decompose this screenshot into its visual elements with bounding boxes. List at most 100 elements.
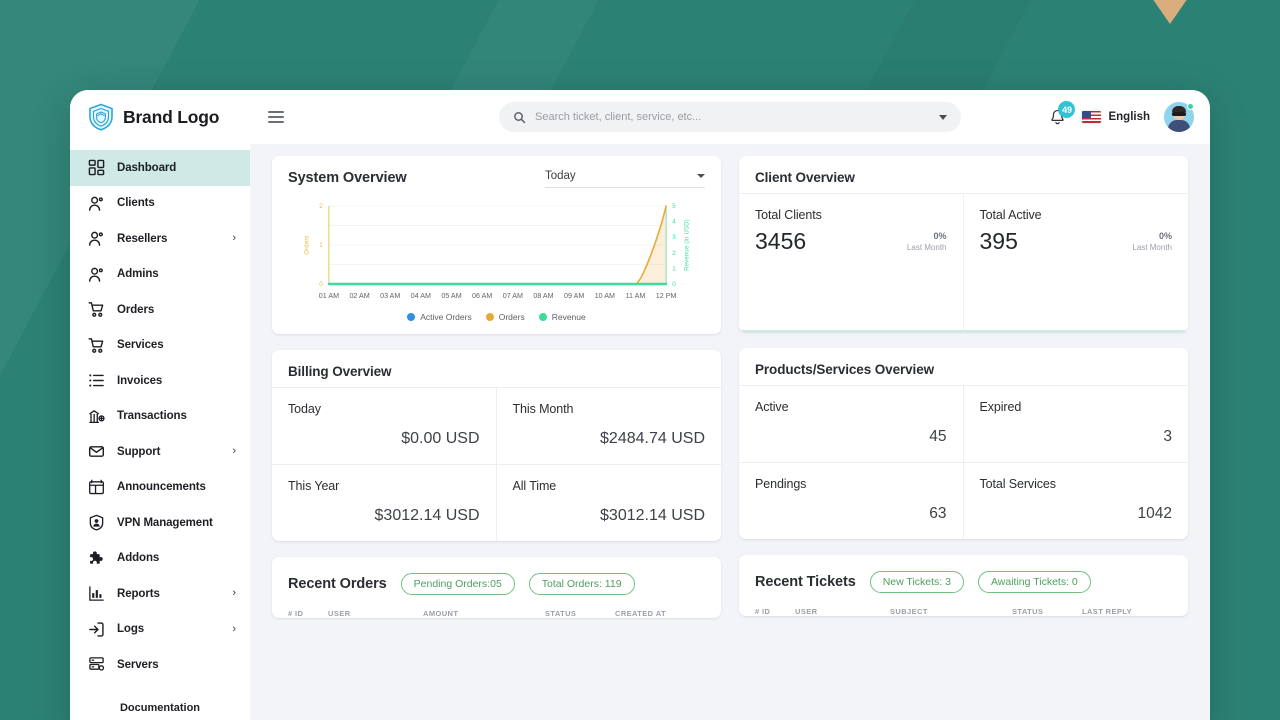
new-tickets-pill[interactable]: New Tickets: 3	[869, 571, 964, 593]
chevron-right-icon[interactable]: ›	[232, 446, 236, 457]
sidebar-item-transactions[interactable]: Transactions	[70, 399, 250, 435]
stat-cell: Pendings 63	[739, 463, 964, 539]
brand[interactable]: Brand Logo	[70, 90, 250, 144]
legend-item[interactable]: Active Orders	[407, 312, 472, 322]
sidebar-item-vpn-management[interactable]: VPN Management	[70, 505, 250, 541]
period-select[interactable]: Today	[545, 170, 705, 188]
status-badge	[1187, 103, 1194, 110]
products-overview-card: Products/Services Overview Active 45 Expir…	[739, 348, 1188, 539]
stat-value: $3012.14 USD	[374, 507, 480, 524]
sidebar-item-announcements[interactable]: Announcements	[70, 470, 250, 506]
column-header: LAST REPLY	[1082, 607, 1132, 616]
search-bar[interactable]	[499, 102, 961, 132]
svg-text:01 AM: 01 AM	[319, 293, 339, 300]
recent-orders-card: Recent Orders Pending Orders:05 Total Or…	[272, 557, 721, 618]
sidebar-item-reports[interactable]: Reports ›	[70, 576, 250, 612]
sidebar-item-label: Servers	[117, 658, 159, 671]
stat-cell: Today $0.00 USD	[272, 388, 497, 465]
dashboard-icon	[88, 159, 105, 176]
svg-text:5: 5	[672, 203, 676, 210]
sidebar-item-servers[interactable]: Servers	[70, 647, 250, 683]
clients-icon	[88, 195, 105, 212]
stat-value: $3012.14 USD	[600, 507, 705, 524]
chevron-right-icon[interactable]: ›	[232, 233, 236, 244]
sidebar-item-clients[interactable]: Clients	[70, 186, 250, 222]
delta-period: Last Month	[1132, 243, 1172, 252]
awaiting-tickets-pill[interactable]: Awaiting Tickets: 0	[977, 571, 1091, 593]
sidebar-item-services[interactable]: Services	[70, 328, 250, 364]
dashboard-content: System Overview Today 0 1 2 0 1 2 3 4 5 Orders Rev…	[250, 144, 1210, 720]
documentation-link[interactable]: Documentation	[120, 702, 200, 714]
sidebar: Brand Logo Dashboard Clients Resellers › Adm…	[70, 90, 250, 720]
sidebar-item-dashboard[interactable]: Dashboard	[70, 150, 250, 186]
stat-cell: All Time $3012.14 USD	[497, 465, 722, 541]
reports-chart-icon	[88, 585, 105, 602]
recent-tickets-header: Recent Tickets New Tickets: 3 Awaiting T…	[739, 555, 1188, 603]
notifications-button[interactable]: 49	[1050, 101, 1076, 127]
svg-text:Orders: Orders	[304, 235, 310, 254]
announcements-icon	[88, 479, 105, 496]
stat-value: 3456	[755, 228, 807, 254]
sidebar-item-orders[interactable]: Orders	[70, 292, 250, 328]
chevron-down-icon[interactable]	[939, 114, 947, 120]
recent-tickets-card: Recent Tickets New Tickets: 3 Awaiting T…	[739, 555, 1188, 616]
legend-item[interactable]: Orders	[485, 312, 525, 322]
hamburger-icon[interactable]	[268, 108, 284, 126]
client-overview-card: Client Overview Total Clients 3456 0% Last …	[739, 156, 1188, 332]
envelope-icon	[88, 443, 105, 460]
delta-period: Last Month	[906, 243, 947, 252]
column-header: STATUS	[545, 609, 577, 618]
sidebar-item-admins[interactable]: Admins	[70, 257, 250, 293]
sidebar-item-label: Orders	[117, 303, 155, 316]
products-overview-title: Products/Services Overview	[755, 362, 934, 377]
billing-overview-title: Billing Overview	[288, 364, 392, 379]
stat-cell: Total Services 1042	[964, 463, 1189, 539]
stat-label: Active	[755, 400, 789, 414]
svg-text:2: 2	[319, 203, 323, 210]
stat-label: All Time	[512, 479, 557, 493]
sidebar-item-logs[interactable]: Logs ›	[70, 612, 250, 648]
sidebar-item-invoices[interactable]: Invoices	[70, 363, 250, 399]
language-label: English	[1108, 111, 1150, 123]
shield-logo-icon	[88, 103, 114, 131]
sidebar-item-resellers[interactable]: Resellers ›	[70, 221, 250, 257]
topbar-right: 49 English	[1050, 101, 1194, 132]
stat-delta: 0% Last Month	[1132, 231, 1172, 253]
svg-text:05 AM: 05 AM	[441, 293, 461, 300]
stat-cell: Expired 3	[963, 386, 1188, 463]
chart-area: 0 1 2 0 1 2 3 4 5 Orders Revenue (in USD) 01 AM 02 A…	[272, 196, 721, 334]
admins-icon	[88, 266, 105, 283]
pending-orders-pill[interactable]: Pending Orders:05	[400, 573, 515, 595]
search-input[interactable]	[535, 111, 930, 123]
total-orders-pill[interactable]: Total Orders: 119	[528, 573, 635, 595]
sidebar-item-support[interactable]: Support ›	[70, 434, 250, 470]
stat-label: This Year	[288, 479, 340, 493]
legend-item[interactable]: Revenue	[538, 312, 586, 322]
chevron-down-icon	[697, 174, 705, 178]
stat-value: 1042	[1137, 505, 1172, 522]
sidebar-footer: Documentation	[70, 692, 250, 720]
sidebar-item-addons[interactable]: Addons	[70, 541, 250, 577]
search-icon	[513, 111, 526, 124]
stat-label: Total Clients	[755, 208, 822, 222]
language-selector[interactable]: English	[1082, 111, 1150, 123]
topbar: 49 English	[250, 90, 1210, 144]
avatar[interactable]	[1164, 102, 1194, 132]
legend-label: Orders	[498, 312, 525, 322]
logs-login-icon	[88, 621, 105, 638]
svg-text:12 PM: 12 PM	[656, 293, 677, 300]
svg-text:1: 1	[319, 242, 323, 249]
chevron-right-icon[interactable]: ›	[232, 588, 236, 599]
chevron-right-icon[interactable]: ›	[232, 623, 236, 635]
delta-percent: 0%	[1158, 231, 1172, 241]
right-column: Client Overview Total Clients 3456 0% Last …	[739, 156, 1188, 618]
svg-text:07 AM: 07 AM	[503, 293, 523, 300]
stat-delta: 0% Last Month	[907, 231, 947, 253]
products-stat-grid: Active 45 Expired 3 Pendings 63 Total Services…	[739, 385, 1188, 539]
notification-badge: 49	[1058, 101, 1076, 118]
stat-value: 63	[929, 505, 947, 522]
svg-text:06 AM: 06 AM	[472, 293, 492, 300]
sidebar-item-label: Announcements	[117, 481, 206, 494]
billing-stat-grid: Today $0.00 USD This Month $2484.74 USD This…	[272, 387, 721, 541]
sidebar-item-label: Addons	[117, 552, 160, 565]
